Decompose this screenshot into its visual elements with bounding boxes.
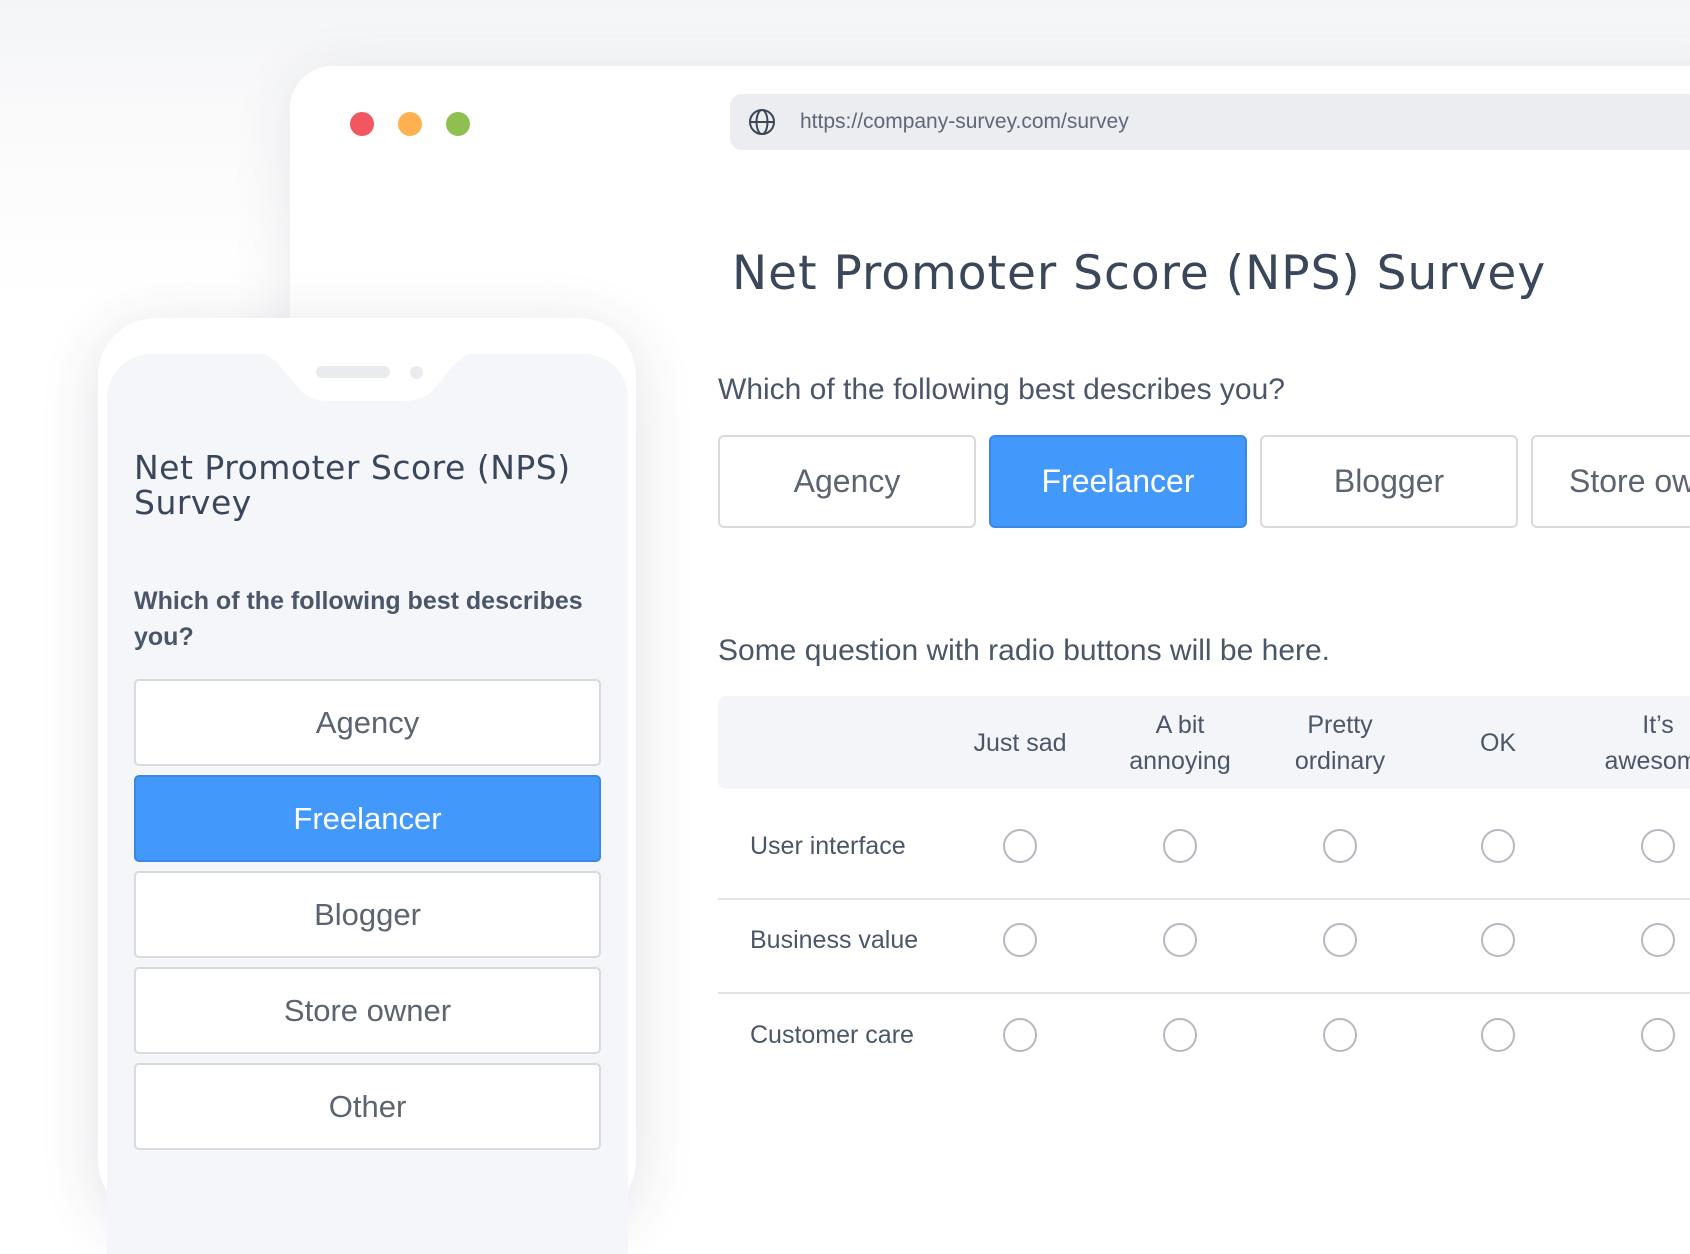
radio-button[interactable] xyxy=(1163,1018,1197,1052)
choice-blogger[interactable]: Blogger xyxy=(1260,435,1518,528)
choice-agency[interactable]: Agency xyxy=(718,435,976,528)
radio-button[interactable] xyxy=(1481,1018,1515,1052)
radio-button[interactable] xyxy=(1163,829,1197,863)
choice-freelancer[interactable]: Freelancer xyxy=(989,435,1247,528)
radio-button[interactable] xyxy=(1323,1018,1357,1052)
radio-button[interactable] xyxy=(1641,1018,1675,1052)
minimize-dot-icon[interactable] xyxy=(398,112,422,136)
phone-page-title: Net Promoter Score (NPS) Survey xyxy=(134,448,571,522)
row-divider xyxy=(718,992,1690,994)
phone-choice-store-owner[interactable]: Store owner xyxy=(134,967,601,1054)
column-header: OK xyxy=(1479,728,1517,757)
row-label: Business value xyxy=(750,926,919,954)
radio-button[interactable] xyxy=(1003,923,1037,957)
phone-camera xyxy=(410,366,423,379)
radio-button[interactable] xyxy=(1481,829,1515,863)
choice-store-owner[interactable]: Store owner xyxy=(1531,435,1690,528)
radio-button[interactable] xyxy=(1641,923,1675,957)
url-text[interactable]: https://company-survey.com/survey xyxy=(800,108,1129,136)
phone-question: Which of the following best describes yo… xyxy=(134,587,583,651)
phone-choice-other[interactable]: Other xyxy=(134,1063,601,1150)
radio-button[interactable] xyxy=(1003,1018,1037,1052)
column-header: It’s awesome xyxy=(1604,710,1690,775)
column-header: Pretty ordinary xyxy=(1294,710,1386,775)
radio-button[interactable] xyxy=(1481,923,1515,957)
phone-choice-blogger[interactable]: Blogger xyxy=(134,871,601,958)
column-header: Just sad xyxy=(973,728,1067,757)
question-2: Some question with radio buttons will be… xyxy=(718,634,1331,667)
maximize-dot-icon[interactable] xyxy=(446,112,470,136)
phone-speaker xyxy=(316,366,390,378)
column-header: A bit annoying xyxy=(1129,710,1231,775)
radio-button[interactable] xyxy=(1323,923,1357,957)
close-dot-icon[interactable] xyxy=(350,112,374,136)
row-divider xyxy=(718,898,1690,900)
phone-choice-agency[interactable]: Agency xyxy=(134,679,601,766)
row-label: User interface xyxy=(750,832,906,860)
radio-button[interactable] xyxy=(1323,829,1357,863)
radio-button[interactable] xyxy=(1641,829,1675,863)
row-label: Customer care xyxy=(750,1021,914,1049)
globe-icon xyxy=(749,109,775,135)
question-1: Which of the following best describes yo… xyxy=(718,373,1285,406)
radio-button[interactable] xyxy=(1003,829,1037,863)
page-title: Net Promoter Score (NPS) Survey xyxy=(732,246,1547,301)
phone-choice-freelancer[interactable]: Freelancer xyxy=(134,775,601,862)
radio-button[interactable] xyxy=(1163,923,1197,957)
